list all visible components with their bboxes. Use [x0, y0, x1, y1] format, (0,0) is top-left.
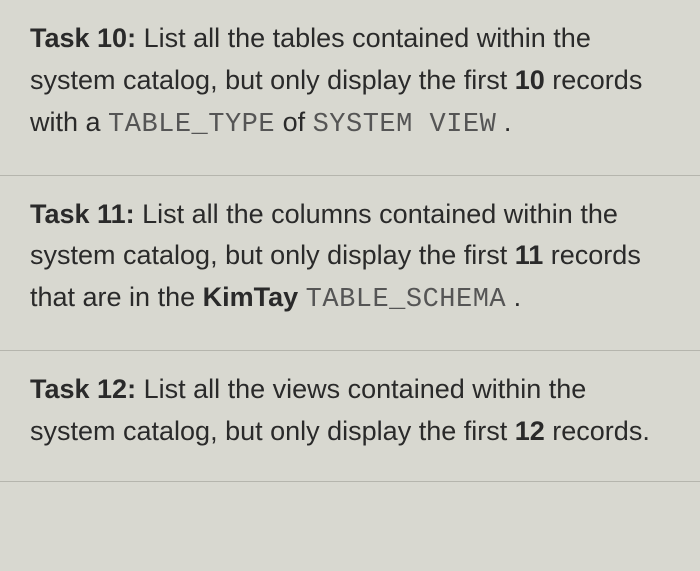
task-12-part2: records.: [545, 416, 650, 446]
task-11-part4: .: [506, 282, 521, 312]
task-12-block: Task 12: List all the views contained wi…: [0, 351, 700, 482]
task-10-code2: SYSTEM VIEW: [313, 110, 497, 140]
task-10-part4: .: [496, 107, 511, 137]
task-12-text: Task 12: List all the views contained wi…: [30, 369, 670, 453]
task-10-num: 10: [515, 65, 545, 95]
task-10-label: Task 10:: [30, 23, 136, 53]
task-11-block: Task 11: List all the columns contained …: [0, 176, 700, 352]
task-10-text: Task 10: List all the tables contained w…: [30, 18, 670, 147]
task-11-part3: [298, 282, 306, 312]
task-12-label: Task 12:: [30, 374, 136, 404]
task-10-code1: TABLE_TYPE: [108, 110, 275, 140]
task-11-num: 11: [515, 240, 544, 270]
task-11-bold1: KimTay: [203, 282, 299, 312]
task-11-text: Task 11: List all the columns contained …: [30, 194, 670, 323]
task-11-code1: TABLE_SCHEMA: [306, 285, 506, 315]
task-12-num: 12: [515, 416, 545, 446]
task-11-label: Task 11:: [30, 199, 135, 229]
task-10-part3: of: [275, 107, 313, 137]
task-10-block: Task 10: List all the tables contained w…: [0, 0, 700, 176]
